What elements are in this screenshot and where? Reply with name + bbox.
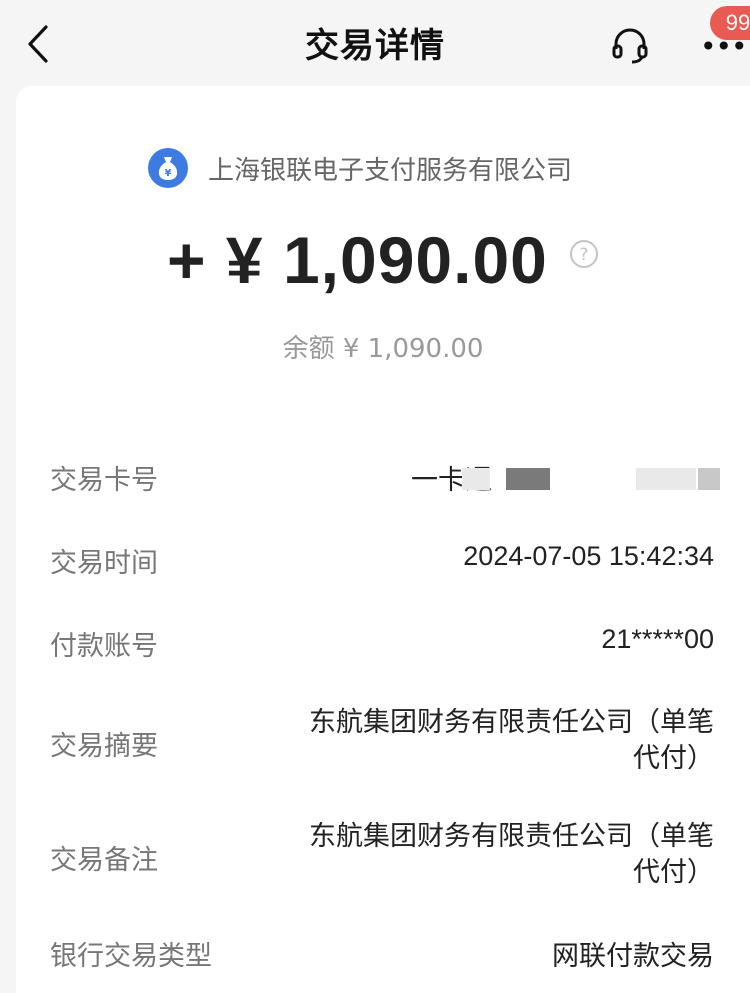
summary-value: 东航集团财务有限责任公司（单笔代付） bbox=[309, 707, 714, 773]
remark-label: 交易备注 bbox=[50, 845, 158, 876]
svg-text:?: ? bbox=[579, 245, 588, 265]
bank-type-value: 网联付款交易 bbox=[552, 941, 714, 971]
redaction-mask bbox=[462, 468, 490, 490]
redaction-mask bbox=[698, 468, 720, 490]
help-icon[interactable]: ? bbox=[569, 239, 599, 269]
money-bag-icon: ¥ bbox=[148, 148, 188, 188]
remark-value: 东航集团财务有限责任公司（单笔代付） bbox=[309, 821, 714, 887]
transaction-card: ¥ 上海银联电子支付服务有限公司 + ¥ 1,090.00 ? 余额 ¥ 1,0… bbox=[16, 86, 750, 993]
card-number-label: 交易卡号 bbox=[50, 465, 158, 496]
payer-account-label: 付款账号 bbox=[50, 631, 158, 662]
customer-service-button[interactable] bbox=[606, 22, 654, 68]
nav-bar: 交易详情 ••• 99 bbox=[0, 0, 750, 86]
headset-icon bbox=[612, 28, 648, 64]
redaction-mask bbox=[506, 468, 550, 490]
payer-account-value: 21*****00 bbox=[601, 624, 714, 654]
time-label: 交易时间 bbox=[50, 548, 158, 579]
transaction-amount: + ¥ 1,090.00 bbox=[167, 223, 548, 297]
more-dots-icon: ••• bbox=[700, 30, 748, 63]
balance-text: 余额 ¥ 1,090.00 bbox=[282, 334, 484, 364]
summary-label: 交易摘要 bbox=[50, 731, 158, 762]
more-button[interactable]: ••• 99 bbox=[694, 6, 750, 68]
time-value: 2024-07-05 15:42:34 bbox=[463, 541, 714, 571]
bank-type-label: 银行交易类型 bbox=[50, 941, 212, 972]
notification-badge: 99 bbox=[710, 6, 750, 40]
redaction-mask bbox=[636, 468, 696, 490]
svg-text:¥: ¥ bbox=[165, 168, 172, 179]
amount-row: + ¥ 1,090.00 ? bbox=[16, 222, 750, 302]
merchant-name: 上海银联电子支付服务有限公司 bbox=[208, 155, 573, 186]
merchant-header: ¥ 上海银联电子支付服务有限公司 bbox=[148, 146, 572, 190]
